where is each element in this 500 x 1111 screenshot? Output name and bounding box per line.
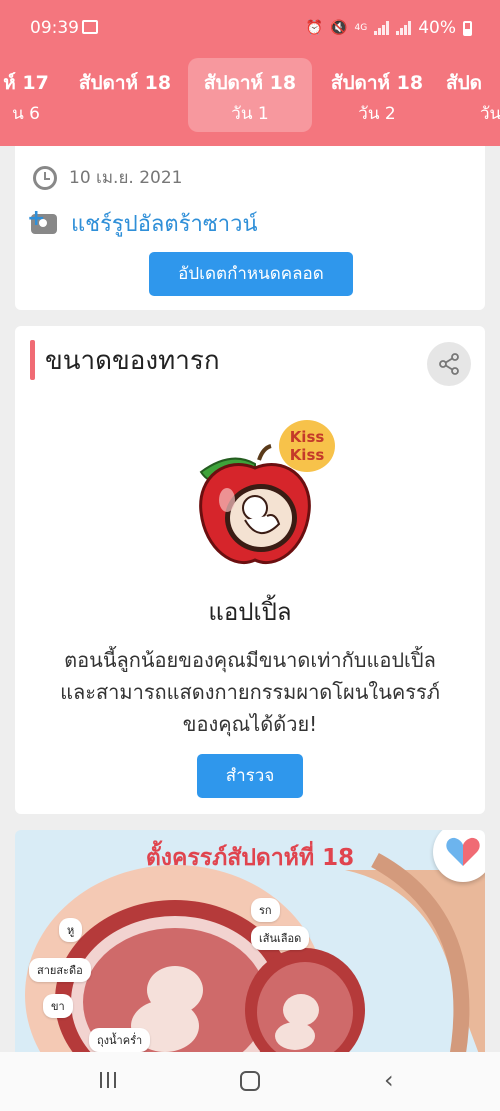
womb-illustration [25, 852, 485, 1070]
tab-week-17-day-6[interactable]: ห์ 17 น 6 [0, 58, 56, 132]
label-umbilical-cord: สายสะดือ [29, 958, 91, 982]
battery-percent: 40% [418, 18, 456, 38]
label-leg: ขา [43, 994, 73, 1018]
status-bar: 09:39 ⏰ 🔇 4G 40% [0, 0, 500, 58]
tab-week-18[interactable]: สัปดาห์ 18 [64, 58, 186, 132]
heart-icon [446, 837, 480, 866]
fruit-description: ตอนนี้ลูกน้อยของคุณมีขนาดเท่ากับแอปเปิ้ล… [60, 648, 440, 736]
tab-week-label: ห์ 17 [3, 72, 49, 94]
share-icon [439, 353, 459, 375]
add-photo-icon: + [27, 206, 57, 234]
signal-icon [374, 21, 390, 35]
section-accent-bar [30, 340, 35, 380]
due-date-text: 10 เม.ย. 2021 [69, 168, 183, 188]
label-blood-vessel: เส้นเลือด [251, 926, 310, 950]
image-icon [82, 20, 98, 34]
tab-day-label: วัน [480, 104, 500, 124]
baby-size-card: ขนาดของทารก Kiss Kiss แอปเปิ้ล ตอนนี้ลูก… [15, 326, 485, 814]
section-title: ขนาดของทารก [45, 346, 220, 376]
kiss-text: Kiss [290, 428, 325, 446]
signal-icon [396, 21, 412, 35]
system-nav-bar: ‹ [0, 1052, 500, 1111]
label-ear: หู [59, 918, 83, 942]
status-icons: ⏰ 🔇 4G 40% [306, 18, 472, 38]
clock-icon [33, 165, 57, 190]
tab-week-label: สัปดาห์ 18 [330, 72, 424, 94]
update-due-date-button[interactable]: อัปเดตกำหนดคลอด [149, 252, 353, 296]
week-tabs: ห์ 17 น 6 สัปดาห์ 18 สัปดาห์ 18 วัน 1 สั… [0, 58, 500, 132]
share-ultrasound-label: แชร์รูปอัลตร้าซาวน์ [71, 212, 258, 237]
apple-illustration: Kiss Kiss [199, 420, 335, 564]
network-label: 4G [354, 23, 368, 33]
label-amniotic-sac: ถุงน้ำคร่ำ [89, 1028, 151, 1052]
explore-button[interactable]: สำรวจ [197, 754, 303, 798]
tab-week-label: สัปด [446, 72, 482, 94]
fruit-name: แอปเปิ้ล [208, 598, 292, 626]
recent-apps-icon[interactable] [100, 1072, 116, 1088]
kiss-text: Kiss [290, 446, 325, 464]
tab-day-label: วัน 2 [358, 104, 396, 124]
status-time: 09:39 [30, 18, 79, 38]
tab-week-label: สัปดาห์ 18 [203, 72, 297, 94]
mute-icon: 🔇 [330, 20, 348, 36]
app-header: 09:39 ⏰ 🔇 4G 40% ห์ 17 น 6 สัปดาห์ 18 สั… [0, 0, 500, 146]
home-icon[interactable] [240, 1071, 260, 1091]
battery-icon [463, 20, 472, 36]
tab-day-label: น 6 [12, 104, 40, 124]
tab-week-18-day-1[interactable]: สัปดาห์ 18 วัน 1 [188, 58, 312, 132]
label-placenta: รก [251, 898, 280, 922]
share-ultrasound-link[interactable]: + แชร์รูปอัลตร้าซาวน์ [27, 206, 258, 241]
due-date-row: 10 เม.ย. 2021 [33, 164, 183, 191]
back-icon[interactable]: ‹ [384, 1066, 394, 1094]
share-button[interactable] [427, 342, 471, 386]
pregnancy-week-infographic[interactable]: ตั้งครรภ์สัปดาห์ที่ 18 หู สายสะดือ ขา ถุ… [15, 830, 485, 1070]
tab-week-label: สัปดาห์ 18 [78, 72, 172, 94]
alarm-icon: ⏰ [305, 20, 324, 36]
tab-day-label: วัน 1 [231, 104, 269, 124]
tab-week-next[interactable]: สัปด วัน [446, 58, 500, 132]
tab-week-18-day-2[interactable]: สัปดาห์ 18 วัน 2 [316, 58, 438, 132]
